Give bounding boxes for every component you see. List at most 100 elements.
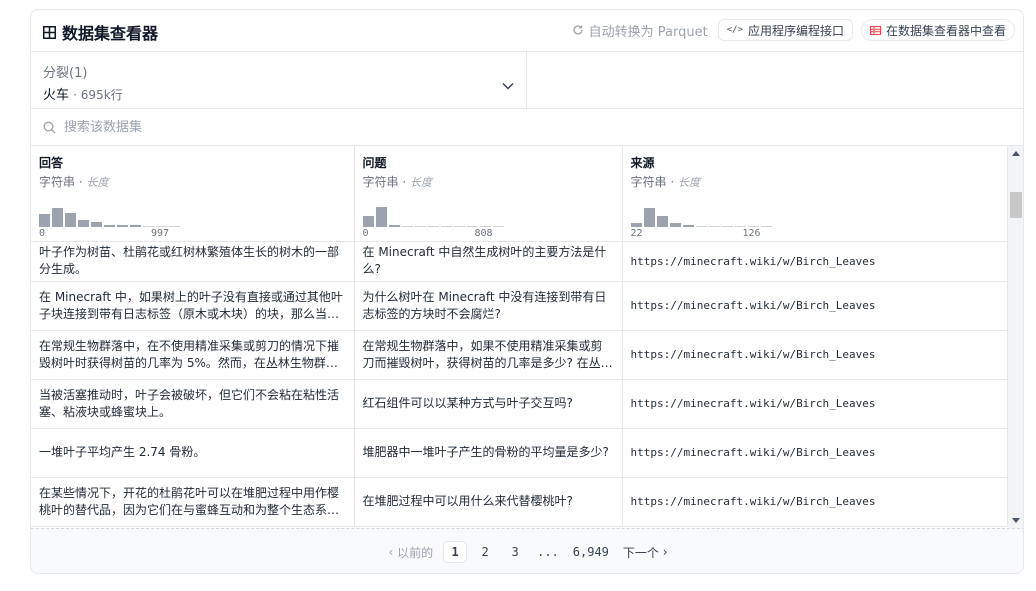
histogram-bar bbox=[91, 222, 102, 227]
histogram-range: 22 126 bbox=[631, 228, 761, 239]
scroll-thumb[interactable] bbox=[1010, 192, 1022, 218]
histogram-max: 808 bbox=[474, 228, 493, 239]
chevron-right-icon: › bbox=[658, 545, 668, 559]
header-actions: 自动转换为 Parquet </> 应用程序编程接口 在数据集查看器中查看 bbox=[572, 19, 1015, 41]
histogram-bar bbox=[52, 208, 63, 227]
table-red-icon bbox=[869, 25, 881, 35]
split-count: (1) bbox=[69, 66, 88, 81]
page-2-button[interactable]: 2 bbox=[473, 541, 497, 563]
column-type-label: 字符串 bbox=[39, 175, 76, 189]
table-row[interactable]: 叶子作为树苗、杜鹃花或红树林繁殖体生长的树木的一部分生成。 在 Minecraf… bbox=[31, 241, 1008, 282]
column-stat-label: 长度 bbox=[86, 176, 109, 189]
open-in-viewer-button[interactable]: 在数据集查看器中查看 bbox=[860, 19, 1015, 41]
cell-text: https://minecraft.wiki/w/Birch_Leaves bbox=[630, 348, 876, 361]
histogram-bar bbox=[130, 225, 141, 227]
cell-question[interactable]: 在常规生物群落中，如果不使用精准采集或剪刀而摧毁树叶，获得树苗的几率是多少? 在… bbox=[354, 330, 623, 380]
histogram-bar bbox=[479, 226, 491, 227]
table-row[interactable]: 在某些情况下，开花的杜鹃花叶可以在堆肥过程中用作樱桃叶的替代品，因为它们在与蜜蜂… bbox=[31, 477, 1008, 527]
histogram-bar bbox=[427, 226, 439, 227]
column-header-answer[interactable]: 回答 字符串 · 长度 0 997 bbox=[31, 146, 355, 242]
column-type: 字符串 · 长度 bbox=[362, 175, 432, 189]
histogram-min: 0 bbox=[362, 228, 369, 239]
cell-text: https://minecraft.wiki/w/Birch_Leaves bbox=[630, 397, 876, 410]
page-1-button[interactable]: 1 bbox=[443, 541, 468, 563]
histogram-bar bbox=[721, 226, 733, 227]
cell-question[interactable]: 堆肥器中一堆叶子产生的骨粉的平均量是多少? bbox=[354, 428, 623, 478]
cell-source[interactable]: https://minecraft.wiki/w/Birch_Leaves bbox=[622, 428, 1008, 478]
search-input[interactable] bbox=[64, 119, 464, 135]
split-selector[interactable]: 分裂(1) 火车 · 695k行 bbox=[31, 52, 527, 108]
cell-answer[interactable]: 当被活塞推动时，叶子会被破坏，但它们不会粘在粘性活塞、粘液块或蜂蜜块上。 bbox=[31, 379, 355, 429]
cell-answer[interactable]: 在某些情况下，开花的杜鹃花叶可以在堆肥过程中用作樱桃叶的替代品，因为它们在与蜜蜂… bbox=[31, 477, 355, 527]
search-bar bbox=[31, 109, 1023, 146]
histogram-bar bbox=[414, 226, 426, 227]
cell-source[interactable]: https://minecraft.wiki/w/Birch_Leaves bbox=[622, 330, 1008, 380]
cell-text: 当被活塞推动时，叶子会被破坏，但它们不会粘在粘性活塞、粘液块或蜂蜜块上。 bbox=[39, 387, 340, 419]
page-3-button[interactable]: 3 bbox=[503, 541, 527, 563]
scroll-up-icon[interactable] bbox=[1012, 151, 1020, 156]
length-histogram bbox=[630, 197, 999, 227]
cell-text: 堆肥器中一堆叶子产生的骨粉的平均量是多少? bbox=[362, 445, 609, 459]
page-title: 数据集查看器 bbox=[62, 24, 159, 43]
table-row[interactable]: 当被活塞推动时，叶子会被破坏，但它们不会粘在粘性活塞、粘液块或蜂蜜块上。 红石组… bbox=[31, 379, 1008, 429]
column-name: 回答 bbox=[39, 156, 64, 170]
histogram-bar bbox=[760, 226, 772, 227]
api-button-label: 应用程序编程接口 bbox=[747, 23, 844, 38]
pagination: ‹ 以前的 1 2 3 ... 6,949 下一个 › bbox=[31, 528, 1023, 573]
split-label-text: 分裂 bbox=[43, 66, 70, 81]
histogram-range: 0 808 bbox=[363, 228, 493, 239]
title-wrap: 数据集查看器 bbox=[43, 20, 158, 44]
prev-page-label: 以前的 bbox=[397, 545, 434, 560]
chevron-left-icon: ‹ bbox=[388, 545, 398, 559]
split-separator: · bbox=[73, 88, 81, 102]
cell-source[interactable]: https://minecraft.wiki/w/Birch_Leaves bbox=[622, 281, 1008, 331]
split-row: 分裂(1) 火车 · 695k行 bbox=[31, 52, 1023, 109]
code-icon: </> bbox=[726, 25, 743, 35]
pagination-ellipsis: ... bbox=[537, 545, 559, 559]
histogram-bar bbox=[695, 226, 707, 227]
cell-text: https://minecraft.wiki/w/Birch_Leaves bbox=[630, 299, 876, 312]
cell-answer[interactable]: 叶子作为树苗、杜鹃花或红树林繁殖体生长的树木的一部分生成。 bbox=[31, 241, 355, 282]
prev-page-button[interactable]: ‹ 以前的 bbox=[384, 541, 437, 563]
cell-answer[interactable]: 一堆叶子平均产生 2.74 骨粉。 bbox=[31, 428, 355, 478]
data-table: 回答 字符串 · 长度 0 997 问题 字符串 · 长度 0 808 来源 字符串… bbox=[31, 146, 1008, 527]
scroll-down-icon[interactable] bbox=[1012, 518, 1020, 523]
table-row[interactable]: 一堆叶子平均产生 2.74 骨粉。 堆肥器中一堆叶子产生的骨粉的平均量是多少? … bbox=[31, 428, 1008, 478]
cell-answer[interactable]: 在 Minecraft 中，如果树上的叶子没有直接或通过其他叶子块连接到带有日志… bbox=[31, 281, 355, 331]
column-type: 字符串 · 长度 bbox=[39, 175, 109, 189]
histogram-max: 997 bbox=[150, 228, 169, 239]
next-page-button[interactable]: 下一个 › bbox=[619, 541, 672, 563]
table-scrollbar[interactable] bbox=[1008, 146, 1023, 528]
cell-text: 在常规生物群落中，在不使用精准采集或剪刀的情况下摧毁树叶时获得树苗的几率为 5%… bbox=[39, 338, 340, 370]
cell-question[interactable]: 在 Minecraft 中自然生成树叶的主要方法是什么? bbox=[354, 241, 623, 282]
last-page-button[interactable]: 6,949 bbox=[569, 541, 613, 563]
column-stat-label: 长度 bbox=[677, 176, 700, 189]
cell-source[interactable]: https://minecraft.wiki/w/Birch_Leaves bbox=[622, 241, 1008, 282]
dataset-viewer: 数据集查看器 自动转换为 Parquet </> 应用程序编程接口 在数据集查看… bbox=[30, 9, 1024, 574]
api-button[interactable]: </> 应用程序编程接口 bbox=[717, 19, 853, 41]
cell-question[interactable]: 红石组件可以以某种方式与叶子交互吗? bbox=[354, 379, 623, 429]
auto-convert-label: 自动转换为 Parquet bbox=[588, 24, 708, 40]
histogram-bar bbox=[117, 225, 128, 227]
histogram-bar bbox=[466, 226, 478, 227]
cell-text: 在 Minecraft 中，如果树上的叶子没有直接或通过其他叶子块连接到带有日志… bbox=[39, 289, 343, 321]
column-header-question[interactable]: 问题 字符串 · 长度 0 808 bbox=[354, 146, 623, 242]
cell-source[interactable]: https://minecraft.wiki/w/Birch_Leaves bbox=[622, 477, 1008, 527]
column-header-source[interactable]: 来源 字符串 · 长度 22 126 bbox=[622, 146, 1008, 242]
cell-question[interactable]: 为什么树叶在 Minecraft 中没有连接到带有日志标签的方块时不会腐烂? bbox=[354, 281, 623, 331]
table-row[interactable]: 在 Minecraft 中，如果树上的叶子没有直接或通过其他叶子块连接到带有日志… bbox=[31, 281, 1008, 331]
cell-text: 叶子作为树苗、杜鹃花或红树林繁殖体生长的树木的一部分生成。 bbox=[39, 245, 340, 276]
cell-answer[interactable]: 在常规生物群落中，在不使用精准采集或剪刀的情况下摧毁树叶时获得树苗的几率为 5%… bbox=[31, 330, 355, 380]
histogram-bar bbox=[734, 226, 746, 227]
table-row[interactable]: 在常规生物群落中，在不使用精准采集或剪刀的情况下摧毁树叶时获得树苗的几率为 5%… bbox=[31, 330, 1008, 380]
cell-source[interactable]: https://minecraft.wiki/w/Birch_Leaves bbox=[622, 379, 1008, 429]
table-icon bbox=[43, 25, 56, 39]
histogram-bar bbox=[39, 214, 50, 227]
cell-text: 在常规生物群落中，如果不使用精准采集或剪刀而摧毁树叶，获得树苗的几率是多少? 在… bbox=[362, 338, 613, 370]
histogram-bar bbox=[630, 223, 642, 227]
column-type-label: 字符串 bbox=[362, 175, 399, 189]
open-in-viewer-label: 在数据集查看器中查看 bbox=[885, 23, 1006, 38]
cell-question[interactable]: 在堆肥过程中可以用什么来代替樱桃叶? bbox=[354, 477, 623, 527]
cell-text: https://minecraft.wiki/w/Birch_Leaves bbox=[630, 446, 876, 459]
length-histogram bbox=[39, 197, 346, 227]
